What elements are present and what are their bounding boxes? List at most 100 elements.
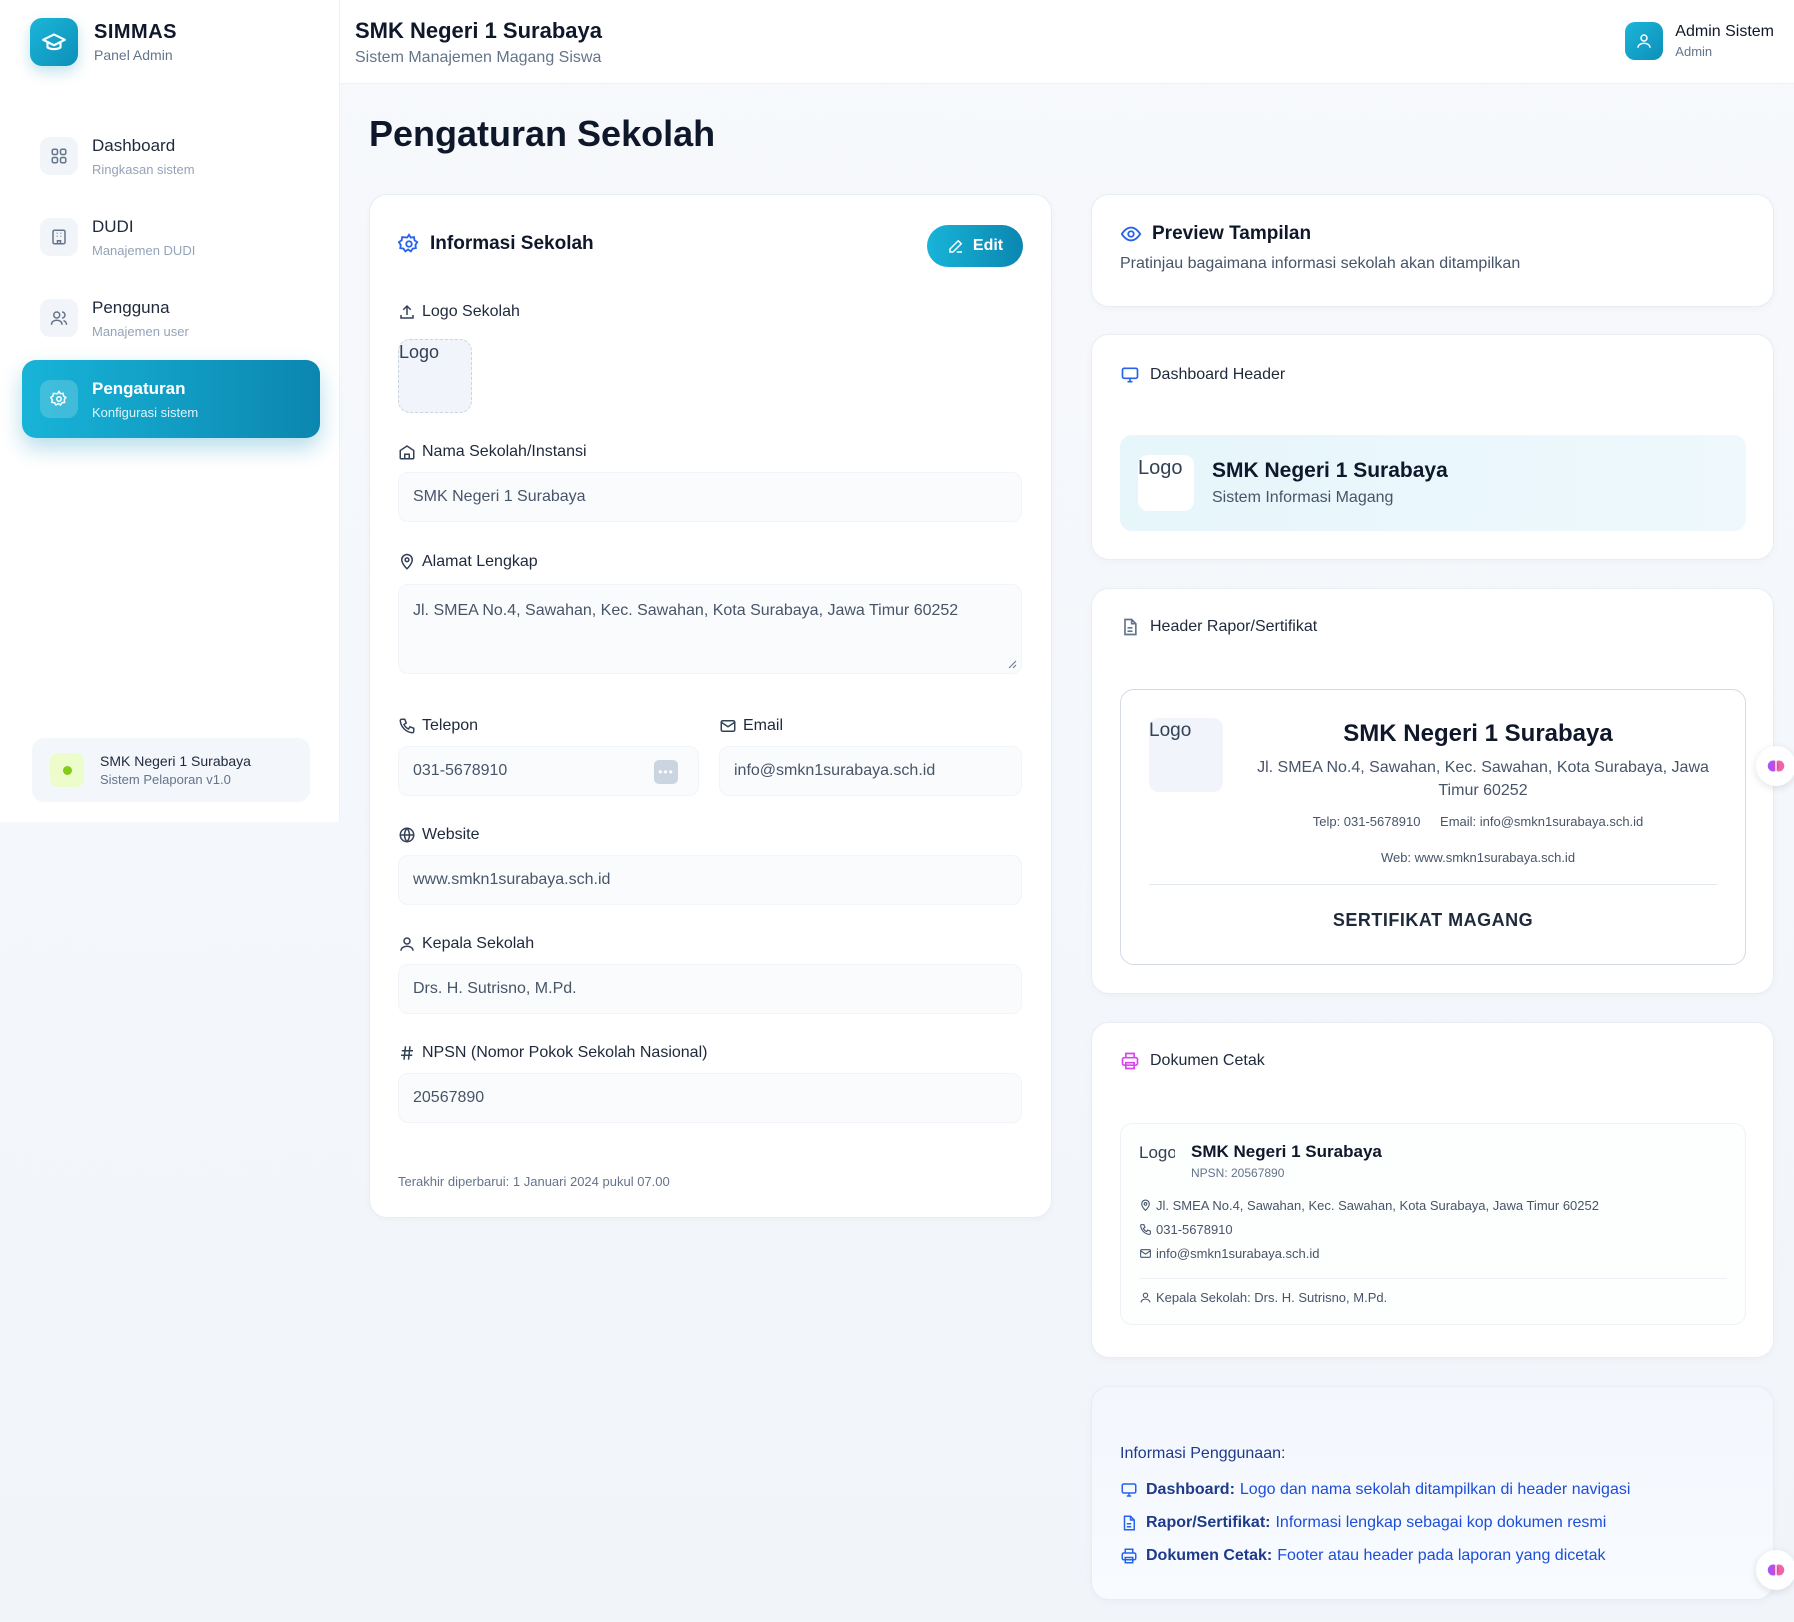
settings-icon [40, 380, 78, 418]
dashboard-icon [40, 137, 78, 175]
rapor-preview: Logo SMK Negeri 1 Surabaya Jl. SMEA No.4… [1120, 689, 1746, 965]
logo-upload[interactable]: Logo [398, 339, 472, 413]
sidebar-item-pengguna[interactable]: Pengguna Manajemen user [22, 279, 320, 357]
dashboard-header-card: Dashboard Header Logo SMK Negeri 1 Surab… [1091, 334, 1774, 560]
preview-description: Pratinjau bagaimana informasi sekolah ak… [1120, 255, 1521, 272]
sidebar-item-sub: Manajemen user [92, 323, 189, 339]
sidebar-item-sub: Konfigurasi sistem [92, 404, 199, 420]
user-menu[interactable]: Admin Sistem Admin [1625, 22, 1774, 60]
phone-icon [1140, 1224, 1151, 1235]
mail-icon [720, 720, 736, 732]
sidebar-item-sub: Ringkasan sistem [92, 161, 195, 177]
sidebar-item-pengaturan[interactable]: Pengaturan Konfigurasi sistem [22, 360, 320, 438]
principal-input[interactable]: Drs. H. Sutrisno, M.Pd. [398, 964, 1022, 1014]
doc-school-name: SMK Negeri 1 Surabaya [1191, 1142, 1382, 1161]
printer-icon [1120, 1051, 1140, 1071]
address-label: Alamat Lengkap [398, 553, 538, 571]
logo-label: Logo Sekolah [398, 303, 520, 321]
school-logo: Logo [1138, 455, 1194, 511]
last-updated: Terakhir diperbarui: 1 Januari 2024 puku… [398, 1174, 670, 1189]
rapor-address: Jl. SMEA No.4, Sawahan, Kec. Sawahan, Ko… [1257, 759, 1709, 799]
user-name: Admin Sistem [1675, 23, 1774, 40]
eye-icon [1120, 223, 1142, 245]
preview-title: Preview Tampilan [1152, 223, 1312, 244]
mail-icon [1140, 1249, 1151, 1258]
principal-label: Kepala Sekolah [398, 935, 534, 953]
sidebar-nav: Dashboard Ringkasan sistem DUDI Manajeme… [22, 117, 320, 441]
doc-npsn: NPSN: 20567890 [1191, 1166, 1285, 1180]
file-icon [1120, 617, 1140, 637]
phone-label: Telepon [398, 717, 478, 735]
sidebar-item-label: Dashboard [92, 135, 176, 155]
users-icon [40, 299, 78, 337]
user-icon [1625, 22, 1664, 60]
rapor-school-name: SMK Negeri 1 Surabaya [1343, 720, 1613, 747]
npsn-input[interactable]: 20567890 [398, 1073, 1022, 1123]
upload-icon [400, 304, 414, 319]
assistant-brain-icon[interactable] [1756, 746, 1794, 786]
dashboard-school-sub: Sistem Informasi Magang [1212, 489, 1394, 506]
map-pin-icon [400, 553, 414, 570]
assistant-brain-icon[interactable] [1756, 1550, 1794, 1590]
school-card-title: SMK Negeri 1 Surabaya [100, 753, 251, 769]
usage-info-title: Informasi Penggunaan: [1120, 1445, 1286, 1462]
school-name-input[interactable]: SMK Negeri 1 Surabaya [398, 472, 1022, 522]
logo-alt-text: Logo [399, 342, 440, 362]
brand-title: SIMMAS [94, 21, 177, 43]
rapor-email: Email: info@smkn1surabaya.sch.id [1440, 814, 1644, 829]
school-icon [399, 445, 415, 460]
hash-icon [401, 1046, 413, 1060]
website-input[interactable]: www.smkn1surabaya.sch.id [398, 855, 1022, 905]
rapor-header-title: Header Rapor/Sertifikat [1150, 618, 1318, 635]
dashboard-header-title: Dashboard Header [1150, 366, 1286, 383]
resize-handle-icon[interactable] [1007, 659, 1017, 669]
usage-info-row: Dashboard: Logo dan nama sekolah ditampil… [1120, 1481, 1630, 1499]
sidebar-item-label: Pengguna [92, 297, 170, 317]
dashboard-school-name: SMK Negeri 1 Surabaya [1212, 459, 1448, 482]
more-icon[interactable]: ••• [654, 760, 678, 784]
preview-card: Preview Tampilan Pratinjau bagaimana inf… [1091, 194, 1774, 307]
pencil-icon [949, 239, 963, 253]
edit-button[interactable]: Edit [927, 225, 1023, 267]
topbar: SMK Negeri 1 Surabaya Sistem Manajemen M… [340, 0, 1794, 84]
email-label: Email [719, 717, 783, 735]
brand: SIMMAS Panel Admin [30, 18, 177, 66]
doc-email: info@smkn1surabaya.sch.id [1139, 1246, 1320, 1261]
header-title: SMK Negeri 1 Surabaya [355, 18, 602, 43]
website-label: Website [398, 826, 480, 844]
school-card-subtitle: Sistem Pelaporan v1.0 [100, 772, 231, 787]
sidebar-item-label: DUDI [92, 216, 134, 236]
divider [1149, 884, 1717, 885]
map-pin-icon [1141, 1199, 1150, 1212]
print-document-title: Dokumen Cetak [1150, 1052, 1265, 1069]
sidebar-item-label: Pengaturan [92, 378, 186, 398]
phone-icon [399, 718, 415, 734]
school-logo: Logo [1139, 1144, 1175, 1162]
settings-icon [398, 233, 420, 255]
doc-address: Jl. SMEA No.4, Sawahan, Kec. Sawahan, Ko… [1139, 1198, 1599, 1213]
school-info-card: Informasi Sekolah Edit Logo Sekolah Logo… [369, 194, 1052, 1218]
dashboard-header-preview: Logo SMK Negeri 1 Surabaya Sistem Inform… [1120, 435, 1746, 531]
doc-principal: Kepala Sekolah: Drs. H. Sutrisno, M.Pd. [1139, 1290, 1387, 1305]
sidebar-item-sub: Manajemen DUDI [92, 242, 196, 258]
address-textarea[interactable]: Jl. SMEA No.4, Sawahan, Kec. Sawahan, Ko… [398, 584, 1022, 674]
sidebar-item-dudi[interactable]: DUDI Manajemen DUDI [22, 198, 320, 276]
rapor-contact: Telp: 031-5678910 Email: info@smkn1surab… [1231, 814, 1725, 829]
email-input[interactable]: info@smkn1surabaya.sch.id [719, 746, 1022, 796]
sidebar: SIMMAS Panel Admin Dashboard Ringkasan s… [0, 0, 340, 822]
edit-button-label: Edit [972, 237, 1004, 254]
usage-info-card: Informasi Penggunaan: Dashboard: Logo dan… [1091, 1386, 1774, 1600]
phone-input[interactable]: 031-5678910 ••• [398, 746, 699, 796]
rapor-phone: Telp: 031-5678910 [1312, 814, 1421, 829]
school-logo: Logo [1149, 718, 1223, 792]
school-status-card: SMK Negeri 1 Surabaya Sistem Pelaporan v… [32, 738, 310, 802]
sidebar-item-dashboard[interactable]: Dashboard Ringkasan sistem [22, 117, 320, 195]
usage-info-row: Rapor/Sertifikat: Informasi lengkap sebag… [1120, 1514, 1606, 1532]
rapor-web: Web: www.smkn1surabaya.sch.id [1380, 850, 1576, 865]
divider [1139, 1278, 1727, 1279]
file-icon [1123, 1515, 1135, 1531]
page-title: Pengaturan Sekolah [369, 113, 716, 154]
status-dot-icon [50, 753, 84, 787]
monitor-icon [1121, 1483, 1137, 1497]
user-icon [1140, 1292, 1151, 1303]
